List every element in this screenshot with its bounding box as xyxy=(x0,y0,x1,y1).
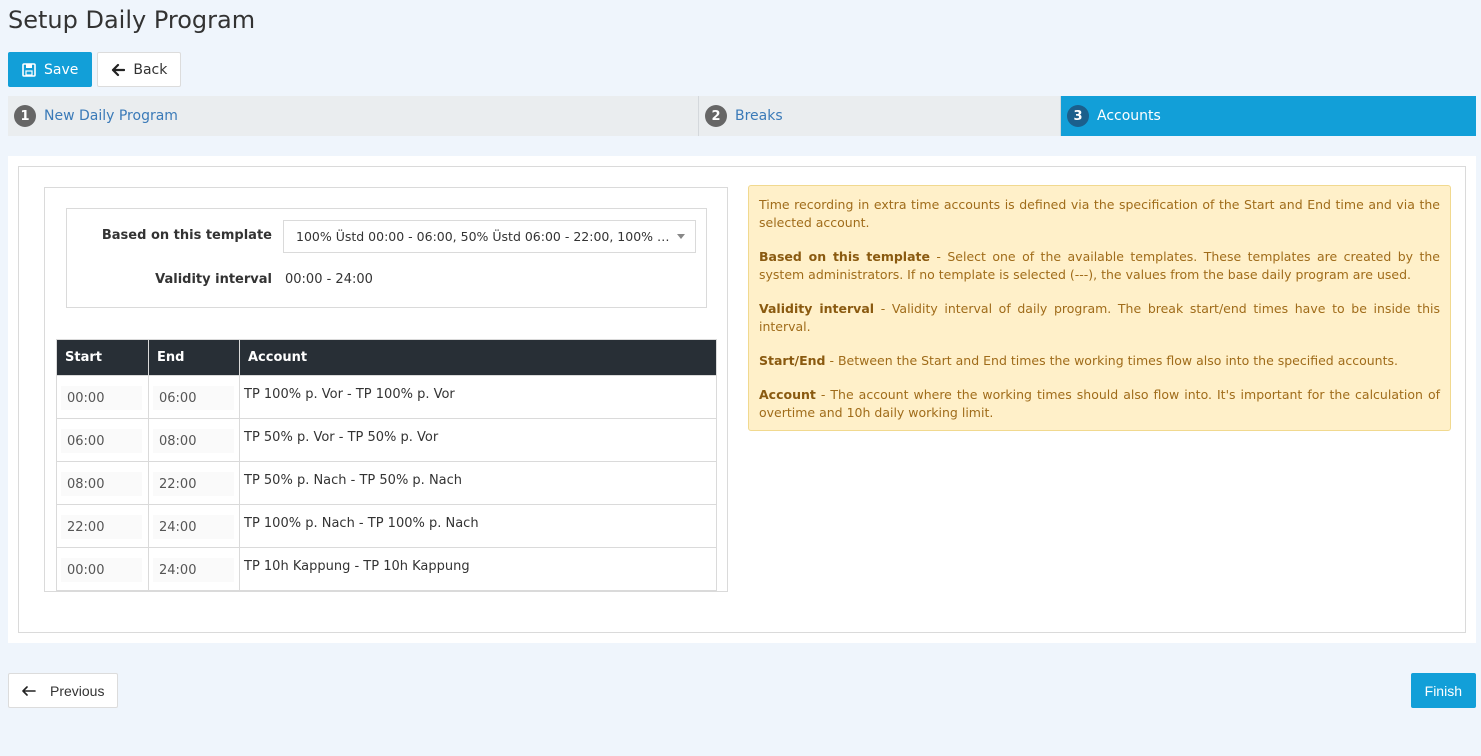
save-button[interactable]: Save xyxy=(8,52,93,87)
account-cell: TP 50% p. Nach - TP 50% p. Nach xyxy=(244,473,463,488)
account-cell: TP 100% p. Nach - TP 100% p. Nach xyxy=(244,516,479,531)
account-cell: TP 50% p. Vor - TP 50% p. Vor xyxy=(244,430,439,445)
table-row: TP 100% p. Nach - TP 100% p. Nach xyxy=(56,504,717,548)
help-intro: Time recording in extra time accounts is… xyxy=(759,197,1440,230)
account-cell: TP 10h Kappung - TP 10h Kappung xyxy=(244,559,470,574)
wizard-step-accounts[interactable]: 3 Accounts xyxy=(1060,96,1476,136)
wizard-steps: 1 New Daily Program 2 Breaks 3 Accounts xyxy=(8,96,1476,136)
toolbar: Save Back xyxy=(8,52,182,87)
help-validity: Validity interval - Validity interval of… xyxy=(759,300,1440,336)
step-label: New Daily Program xyxy=(44,108,178,124)
template-form: Based on this template 100% Üstd 00:00 -… xyxy=(66,208,707,308)
start-time-input[interactable] xyxy=(61,472,142,496)
template-label: Based on this template xyxy=(101,228,272,243)
wizard-step-breaks[interactable]: 2 Breaks xyxy=(698,96,1060,136)
help-startend: Start/End - Between the Start and End ti… xyxy=(759,352,1440,370)
end-time-input[interactable] xyxy=(153,386,234,410)
end-time-input[interactable] xyxy=(153,472,234,496)
help-term: Validity interval xyxy=(759,301,875,316)
step-label: Accounts xyxy=(1097,108,1161,124)
help-description: - Between the Start and End times the wo… xyxy=(825,353,1398,368)
help-account: Account - The account where the working … xyxy=(759,386,1440,422)
finish-button[interactable]: Finish xyxy=(1410,673,1476,708)
table-row: TP 100% p. Vor - TP 100% p. Vor xyxy=(56,375,717,419)
end-time-input[interactable] xyxy=(153,515,234,539)
step-number: 1 xyxy=(14,105,36,127)
start-time-input[interactable] xyxy=(61,429,142,453)
template-select[interactable]: 100% Üstd 00:00 - 06:00, 50% Üstd 06:00 … xyxy=(283,220,696,253)
help-term: Start/End xyxy=(759,353,826,368)
accounts-table: Start End Account TP 100% p. Vor - TP 10… xyxy=(56,339,717,591)
arrow-left-icon xyxy=(111,63,126,77)
back-label: Back xyxy=(133,61,168,78)
step-label: Breaks xyxy=(735,108,783,124)
validity-value: 00:00 - 24:00 xyxy=(285,272,373,287)
finish-label: Finish xyxy=(1424,682,1462,699)
save-icon xyxy=(22,62,36,77)
account-cell: TP 100% p. Vor - TP 100% p. Vor xyxy=(244,387,455,402)
previous-label: Previous xyxy=(50,682,105,699)
arrow-left-icon xyxy=(22,683,36,699)
content-panel: Based on this template 100% Üstd 00:00 -… xyxy=(18,166,1466,633)
column-header-account: Account xyxy=(239,339,717,376)
start-time-input[interactable] xyxy=(61,515,142,539)
caret-down-icon xyxy=(677,234,685,239)
table-header-row: Start End Account xyxy=(56,339,717,376)
end-time-input[interactable] xyxy=(153,429,234,453)
help-term: Based on this template xyxy=(759,249,930,264)
save-label: Save xyxy=(44,61,79,78)
validity-label: Validity interval xyxy=(155,272,272,287)
wizard-step-new-daily-program[interactable]: 1 New Daily Program xyxy=(8,96,698,136)
content-area: Based on this template 100% Üstd 00:00 -… xyxy=(8,156,1476,643)
help-template: Based on this template - Select one of t… xyxy=(759,248,1440,284)
start-time-input[interactable] xyxy=(61,386,142,410)
column-header-start: Start xyxy=(56,339,149,376)
page-title: Setup Daily Program xyxy=(8,6,256,34)
previous-button[interactable]: Previous xyxy=(8,673,119,708)
table-row: TP 50% p. Nach - TP 50% p. Nach xyxy=(56,461,717,505)
help-description: - The account where the working times sh… xyxy=(759,387,1440,420)
start-time-input[interactable] xyxy=(61,558,142,582)
step-number: 2 xyxy=(705,105,727,127)
column-header-end: End xyxy=(148,339,240,376)
table-row: TP 50% p. Vor - TP 50% p. Vor xyxy=(56,418,717,462)
accounts-form-panel: Based on this template 100% Üstd 00:00 -… xyxy=(44,187,728,592)
help-term: Account xyxy=(759,387,816,402)
back-button[interactable]: Back xyxy=(97,52,182,87)
table-row: TP 10h Kappung - TP 10h Kappung xyxy=(56,547,717,591)
help-info-box: Time recording in extra time accounts is… xyxy=(748,185,1451,431)
template-select-value: 100% Üstd 00:00 - 06:00, 50% Üstd 06:00 … xyxy=(296,229,671,244)
end-time-input[interactable] xyxy=(153,558,234,582)
step-number: 3 xyxy=(1067,105,1089,127)
